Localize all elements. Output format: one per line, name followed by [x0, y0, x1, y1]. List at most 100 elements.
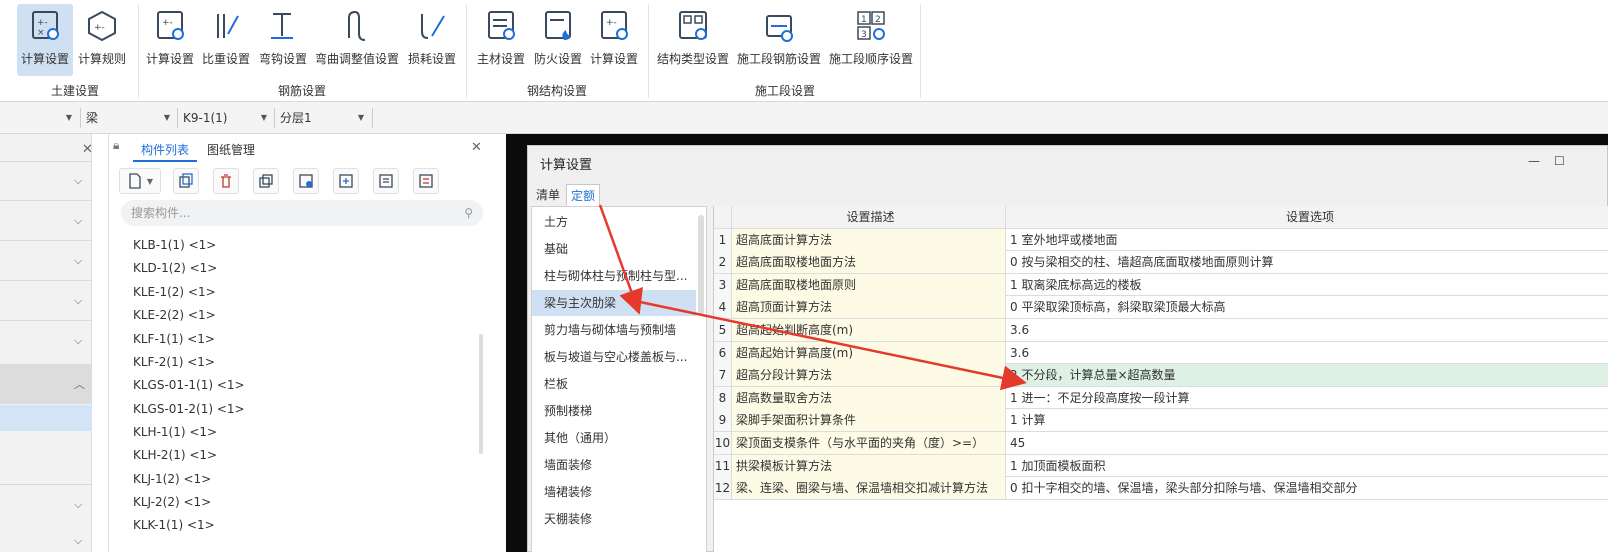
row-option[interactable]: 3.6 — [1006, 342, 1608, 364]
table-row[interactable]: 5 超高起始判断高度(m) 3.6 — [714, 319, 1608, 342]
export-button[interactable] — [333, 168, 359, 194]
tab-drawing-management[interactable]: 图纸管理 — [199, 138, 263, 162]
chevron-down-icon[interactable]: ⌵ — [74, 254, 82, 268]
density-settings-button[interactable]: 比重设置 — [201, 4, 251, 76]
minimize-icon[interactable]: — — [1528, 154, 1540, 168]
row-option[interactable]: 45 — [1006, 432, 1608, 454]
chevron-down-icon[interactable]: ⌵ — [74, 174, 82, 188]
category-list: 土方 基础 柱与砌体柱与预制柱与型... 梁与主次肋梁 剪力墙与砌体墙与预制墙 … — [531, 206, 707, 552]
table-row[interactable]: 4 超高顶面计算方法 0 平梁取梁顶标高，斜梁取梁顶最大标高 — [714, 296, 1608, 319]
close-icon[interactable]: ✕ — [82, 142, 93, 157]
component-select[interactable]: K9-1(1) ▼ — [179, 106, 273, 130]
hook-settings-button[interactable]: 弯钩设置 — [257, 4, 309, 76]
search-input[interactable]: 搜索构件... ⚲ — [121, 200, 483, 226]
category-item[interactable]: 土方 — [532, 209, 696, 235]
header-number — [714, 206, 732, 228]
list-item[interactable]: KLD-1(2) <1> — [133, 261, 217, 275]
category-item-selected[interactable]: 梁与主次肋梁 — [532, 290, 696, 316]
chevron-down-icon[interactable]: ⌵ — [74, 294, 82, 308]
lock-icon[interactable]: 🔒︎ — [113, 138, 119, 153]
category-item[interactable]: 板与坡道与空心楼盖板与... — [532, 344, 696, 370]
maximize-icon[interactable]: ☐ — [1554, 154, 1565, 168]
list-item[interactable]: KLJ-2(2) <1> — [133, 495, 211, 509]
chevron-down-icon[interactable]: ⌵ — [74, 334, 82, 348]
category-item[interactable]: 天棚装修 — [532, 506, 696, 532]
tab-bill[interactable]: 清单 — [532, 184, 564, 206]
calc-rules-button[interactable]: +- 计算规则 — [77, 4, 127, 76]
list-view-button[interactable] — [413, 168, 439, 194]
floor-select[interactable]: ▼ — [0, 106, 78, 130]
bend-adjust-button[interactable]: 弯曲调整值设置 — [315, 4, 399, 76]
category-item[interactable]: 预制楼梯 — [532, 398, 696, 424]
loss-settings-button[interactable]: 损耗设置 — [405, 4, 459, 76]
row-option[interactable]: 0 平梁取梁顶标高，斜梁取梁顶最大标高 — [1006, 296, 1608, 318]
nav-item-selected[interactable] — [0, 405, 92, 431]
category-item[interactable]: 墙面装修 — [532, 452, 696, 478]
rebar-calc-settings-button[interactable]: +- 计算设置 — [145, 4, 195, 76]
structure-type-button[interactable]: 结构类型设置 — [655, 4, 731, 76]
table-row[interactable]: 12 梁、连梁、圈梁与墙、保温墙相交扣减计算方法 0 扣十字相交的墙、保温墙，梁头部… — [714, 477, 1608, 500]
row-option[interactable]: 1 计算 — [1006, 409, 1608, 431]
table-row[interactable]: 8 超高数量取舍方法 1 进一：不足分段高度按一段计算 — [714, 386, 1608, 410]
segment-order-button[interactable]: 123 施工段顺序设置 — [827, 4, 915, 76]
list-item[interactable]: KLJ-1(2) <1> — [133, 472, 211, 486]
civil-calc-settings-button[interactable]: +- × 计算设置 — [17, 4, 73, 76]
row-option[interactable]: 3.6 — [1006, 319, 1608, 341]
list-item[interactable]: KLK-1(1) <1> — [133, 518, 215, 532]
row-description: 超高分段计算方法 — [732, 364, 1006, 387]
list-item[interactable]: KLGS-01-2(1) <1> — [133, 402, 245, 416]
table-row[interactable]: 11 拱梁模板计算方法 1 加顶面模板面积 — [714, 454, 1608, 478]
list-item[interactable]: KLB-1(1) <1> — [133, 238, 216, 252]
row-option[interactable]: 1 进一：不足分段高度按一段计算 — [1006, 387, 1608, 409]
list-item[interactable]: KLF-1(1) <1> — [133, 332, 215, 346]
table-row[interactable]: 3 超高底面取楼地面原则 1 取离梁底标高远的楼板 — [714, 273, 1608, 297]
table-row-highlighted[interactable]: 7 超高分段计算方法 2 不分段，计算总量×超高数量 — [714, 364, 1608, 387]
table-row[interactable]: 9 梁脚手架面积计算条件 1 计算 — [714, 409, 1608, 432]
list-item[interactable]: KLE-1(2) <1> — [133, 285, 216, 299]
import-button[interactable] — [293, 168, 319, 194]
divider — [80, 108, 81, 128]
row-option[interactable]: 1 取离梁底标高远的楼板 — [1006, 274, 1608, 296]
list-item[interactable]: KLGS-01-1(1) <1> — [133, 378, 245, 392]
row-number: 7 — [714, 364, 732, 387]
segment-rebar-button[interactable]: 施工段钢筋设置 — [735, 4, 823, 76]
tab-quota[interactable]: 定额 — [566, 184, 601, 206]
category-item[interactable]: 柱与砌体柱与预制柱与型... — [532, 263, 696, 289]
properties-button[interactable] — [373, 168, 399, 194]
chevron-down-icon[interactable]: ⌵ — [74, 214, 82, 228]
category-item[interactable]: 栏板 — [532, 371, 696, 397]
chevron-up-icon[interactable]: ︿ — [74, 376, 85, 392]
main-material-button[interactable]: 主材设置 — [474, 4, 528, 76]
row-option[interactable]: 1 加顶面模板面积 — [1006, 455, 1608, 477]
category-item[interactable]: 其他（通用） — [532, 425, 696, 451]
row-option[interactable]: 2 不分段，计算总量×超高数量 — [1006, 364, 1608, 387]
category-item[interactable]: 基础 — [532, 236, 696, 262]
scrollbar[interactable] — [479, 334, 483, 454]
component-type-select[interactable]: 梁 ▼ — [82, 106, 176, 130]
row-option[interactable]: 1 室外地坪或楼地面 — [1006, 229, 1608, 251]
table-row[interactable]: 10 梁顶面支模条件（与水平面的夹角（度）>=） 45 — [714, 432, 1608, 455]
list-item[interactable]: KLH-1(1) <1> — [133, 425, 217, 439]
category-item[interactable]: 剪力墙与砌体墙与预制墙 — [532, 317, 696, 343]
chevron-down-icon[interactable]: ⌵ — [74, 498, 82, 512]
scrollbar[interactable] — [698, 215, 704, 315]
list-item[interactable]: KLF-2(1) <1> — [133, 355, 215, 369]
tab-component-list[interactable]: 构件列表 — [133, 138, 198, 162]
delete-button[interactable] — [213, 168, 239, 194]
table-row[interactable]: 2 超高底面取楼地面方法 0 按与梁相交的柱、墙超高底面取楼地面原则计算 — [714, 251, 1608, 274]
category-item[interactable]: 墙裙装修 — [532, 479, 696, 505]
layer-select[interactable]: 分层1 ▼ — [276, 106, 370, 130]
duplicate-floor-button[interactable] — [253, 168, 279, 194]
steel-calc-settings-button[interactable]: +- 计算设置 — [588, 4, 640, 76]
list-item[interactable]: KLH-2(1) <1> — [133, 448, 217, 462]
row-option[interactable]: 0 按与梁相交的柱、墙超高底面取楼地面原则计算 — [1006, 251, 1608, 273]
row-option[interactable]: 0 扣十字相交的墙、保温墙，梁头部分扣除与墙、保温墙相交部分 — [1006, 477, 1608, 499]
close-icon[interactable]: ✕ — [471, 140, 482, 155]
table-row[interactable]: 1 超高底面计算方法 1 室外地坪或楼地面 — [714, 228, 1608, 252]
copy-button[interactable] — [173, 168, 199, 194]
chevron-down-icon[interactable]: ⌵ — [74, 534, 82, 548]
new-component-button[interactable]: ▼ — [119, 168, 161, 194]
list-item[interactable]: KLE-2(2) <1> — [133, 308, 216, 322]
table-row[interactable]: 6 超高起始计算高度(m) 3.6 — [714, 341, 1608, 365]
fireproof-button[interactable]: 防火设置 — [531, 4, 585, 76]
